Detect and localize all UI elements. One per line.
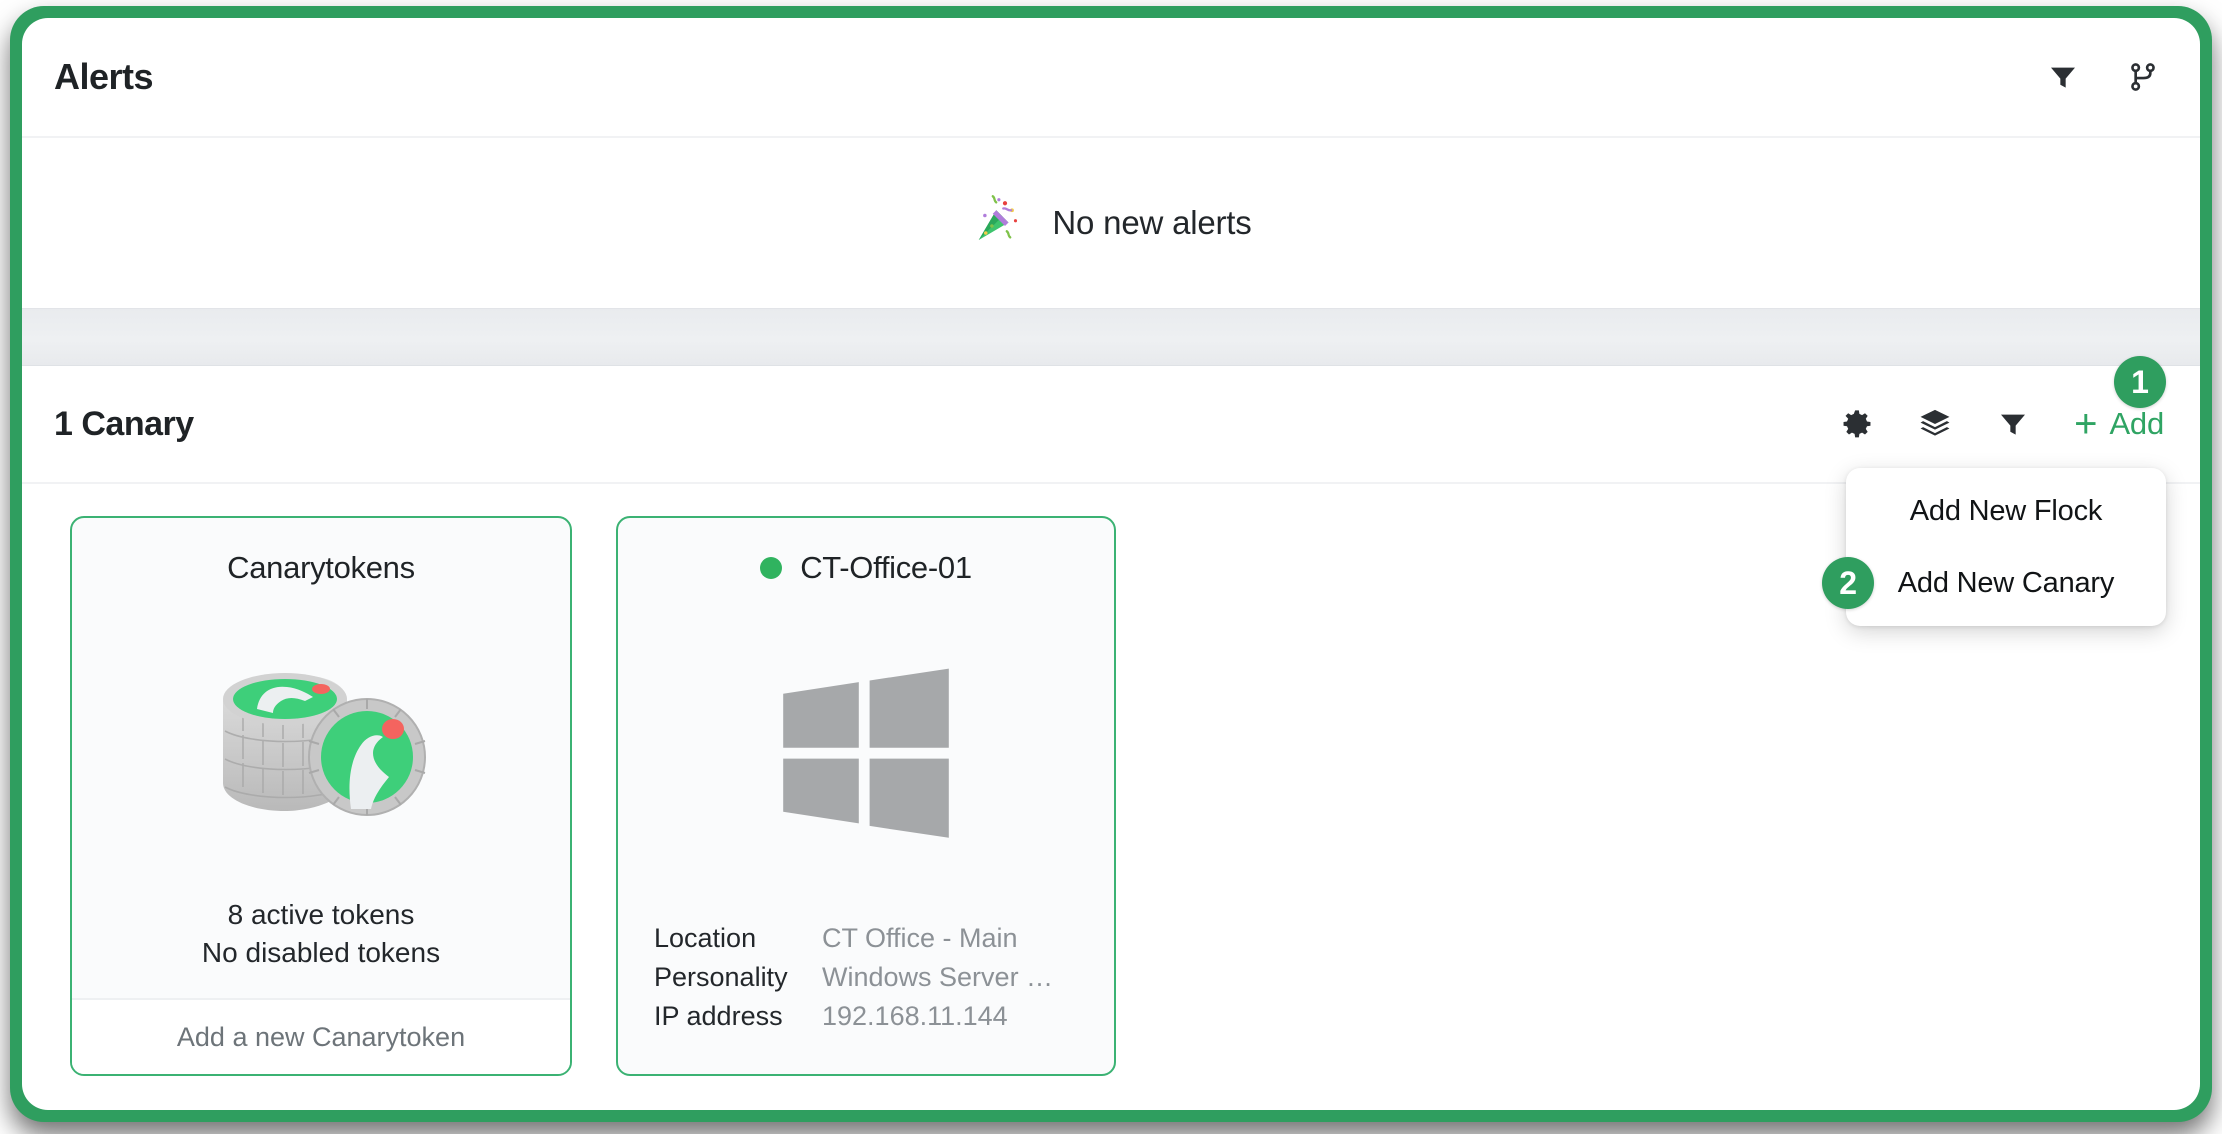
device-name-label: CT-Office-01 [800, 550, 972, 585]
canary-count-label: 1 Canary [54, 404, 194, 443]
filter-icon[interactable] [2046, 60, 2080, 94]
app-window: Alerts No new alerts 1 Canary + Add 1 Ad… [22, 18, 2200, 1110]
device-meta-list: Location CT Office - Main Personality Wi… [618, 923, 1114, 1074]
party-popper-icon [970, 191, 1026, 256]
windows-logo-icon [618, 586, 1114, 923]
flock-branch-icon[interactable] [2126, 60, 2160, 94]
gear-icon[interactable] [1840, 407, 1874, 441]
meta-value: Windows Server … [822, 962, 1054, 992]
alerts-header-actions [2046, 60, 2160, 94]
menu-item-add-new-flock[interactable]: Add New Flock [1846, 486, 2166, 536]
status-online-dot [760, 557, 783, 579]
disabled-tokens-count: No disabled tokens [201, 937, 441, 969]
add-button-label: Add [2109, 406, 2164, 441]
meta-row-personality: Personality Windows Server … [654, 962, 1114, 993]
page-title: Alerts [54, 56, 154, 97]
app-outer-frame: Alerts No new alerts 1 Canary + Add 1 Ad… [10, 6, 2212, 1122]
step-badge-2: 2 [1822, 557, 1874, 609]
device-card-header: CT-Office-01 [618, 518, 1114, 586]
canary-toolbar: 1 Canary + Add 1 [22, 356, 2200, 484]
layers-icon[interactable] [1918, 407, 1952, 441]
canarytokens-stats: 8 active tokens No disabled tokens [72, 896, 570, 998]
menu-item-label: Add New Flock [1909, 494, 2103, 527]
meta-value: CT Office - Main [822, 923, 1018, 953]
alerts-empty-state: No new alerts [22, 138, 2200, 308]
canarytokens-card[interactable]: Canarytokens 8 active tokens No disabled… [70, 516, 572, 1076]
canary-toolbar-actions: + Add 1 [1840, 356, 2170, 446]
plus-icon: + [2074, 402, 2098, 446]
step-badge-1: 1 [2114, 356, 2166, 408]
canary-device-card[interactable]: CT-Office-01 Location CT Office - Main P… [616, 516, 1116, 1076]
no-alerts-message: No new alerts [1052, 204, 1252, 241]
meta-key: IP address [654, 1001, 783, 1031]
meta-row-ip-address: IP address 192.168.11.144 [654, 1001, 1114, 1032]
add-button[interactable]: + Add 1 [2074, 356, 2170, 446]
meta-key: Personality [654, 962, 788, 992]
meta-row-location: Location CT Office - Main [654, 923, 1114, 954]
add-dropdown-menu: Add New Flock 2 Add New Canary [1822, 468, 2166, 626]
add-new-canarytoken-link[interactable]: Add a new Canarytoken [72, 998, 570, 1074]
meta-value: 192.168.11.144 [822, 1001, 1008, 1031]
filter-icon[interactable] [1996, 407, 2030, 441]
canarytokens-card-title: Canarytokens [227, 550, 415, 585]
menu-item-label: Add New Canary [1897, 566, 2115, 599]
menu-item-add-new-canary[interactable]: 2 Add New Canary [1822, 557, 2166, 609]
meta-key: Location [654, 923, 757, 953]
canarytoken-coins-icon [72, 586, 570, 896]
alerts-header: Alerts [22, 18, 2200, 138]
section-divider [22, 308, 2200, 366]
active-tokens-count: 8 active tokens [227, 899, 415, 931]
